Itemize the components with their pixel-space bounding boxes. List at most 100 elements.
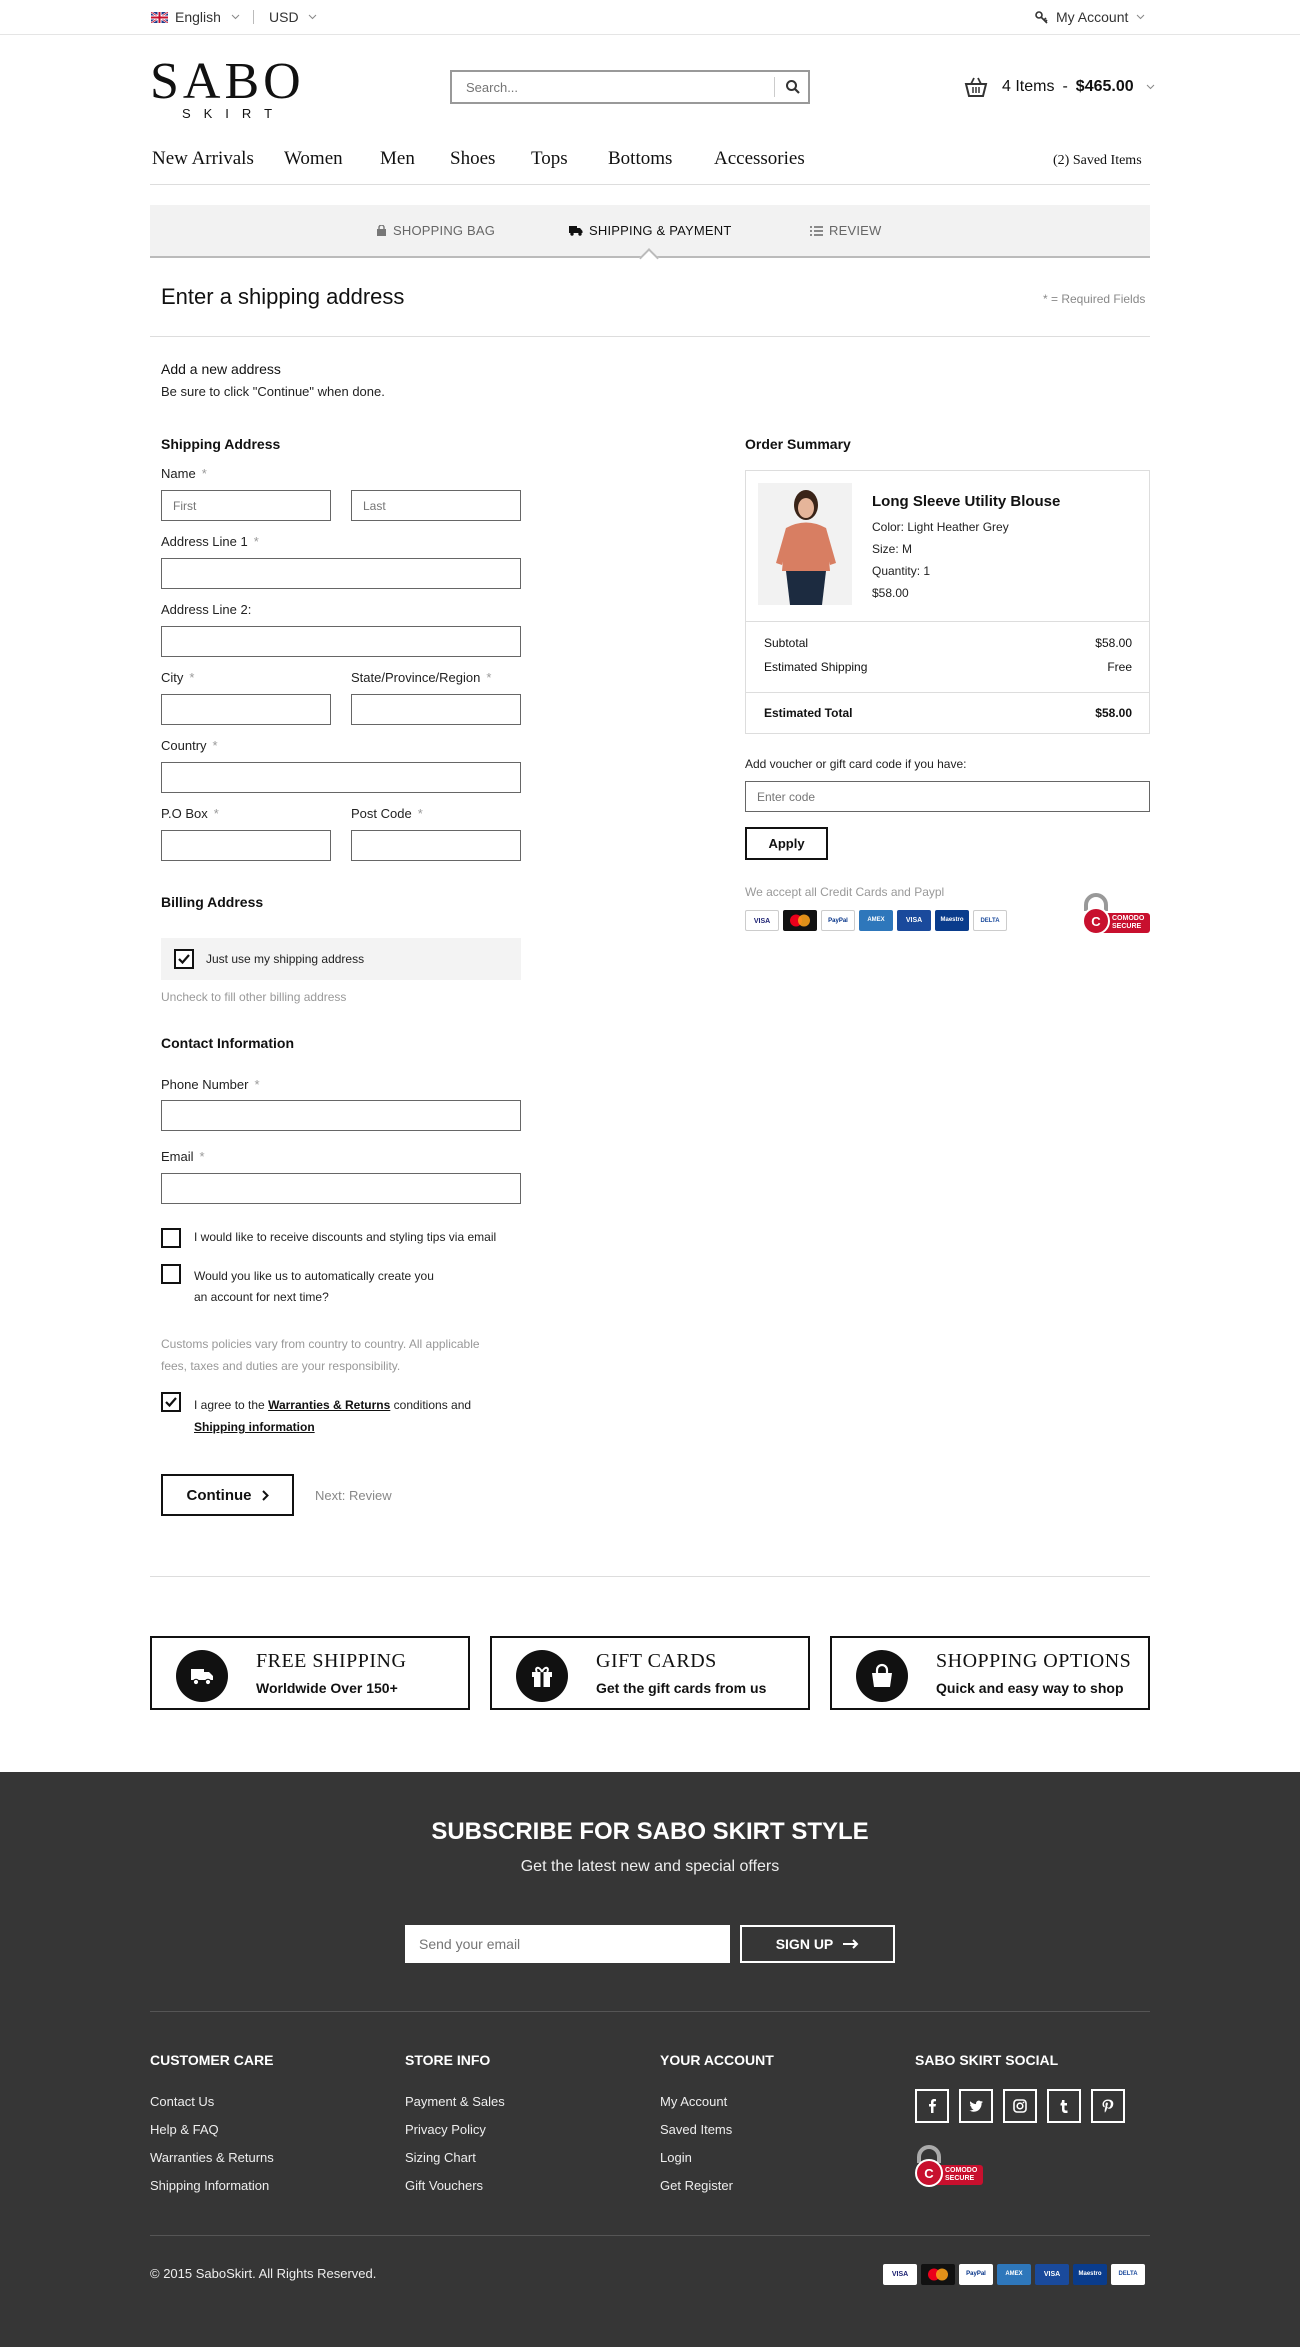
svg-text:C: C [924, 2166, 934, 2181]
logo[interactable]: SABO SKIRT [150, 56, 305, 126]
instagram-icon [1013, 2099, 1027, 2113]
delta-icon: DELTA [1111, 2264, 1145, 2285]
footer-link-sizing[interactable]: Sizing Chart [405, 2150, 476, 2165]
footer-link-saved-items[interactable]: Saved Items [660, 2122, 732, 2137]
truck-icon [569, 226, 583, 236]
step-shipping-payment[interactable]: SHIPPING & PAYMENT [569, 223, 732, 238]
language-label: English [175, 9, 221, 25]
continue-button[interactable]: Continue [161, 1474, 294, 1516]
nav-women[interactable]: Women [284, 148, 343, 170]
facebook-button[interactable] [915, 2089, 949, 2123]
promo-gift-cards[interactable]: GIFT CARDS Get the gift cards from us [490, 1636, 810, 1710]
step-label: REVIEW [829, 223, 882, 238]
footer-link-shipping-info[interactable]: Shipping Information [150, 2178, 269, 2193]
step-label: SHOPPING BAG [393, 223, 496, 238]
search-icon[interactable] [786, 80, 800, 94]
postcode-input[interactable] [351, 830, 521, 861]
address2-label: Address Line 2: [161, 602, 252, 617]
shipping-info-link[interactable]: Shipping information [194, 1420, 315, 1434]
saved-items-link[interactable]: (2) Saved Items [1053, 153, 1142, 169]
footer-link-login[interactable]: Login [660, 2150, 692, 2165]
footer-link-register[interactable]: Get Register [660, 2178, 733, 2193]
billing-same-checkbox[interactable] [174, 949, 194, 969]
promo-title: SHOPPING OPTIONS [936, 1650, 1132, 1672]
footer-link-payment[interactable]: Payment & Sales [405, 2094, 505, 2109]
list-icon [810, 225, 823, 236]
email-input[interactable] [161, 1173, 521, 1204]
cards-note: We accept all Credit Cards and Paypl [745, 885, 945, 899]
promo-free-shipping[interactable]: FREE SHIPPING Worldwide Over 150+ [150, 1636, 470, 1710]
paypal-icon: PayPal [821, 910, 855, 931]
summary-heading: Order Summary [745, 436, 851, 452]
footer-col-social: SABO SKIRT SOCIAL [915, 2052, 1059, 2068]
arrow-right-icon [843, 1939, 859, 1949]
step-shopping-bag[interactable]: SHOPPING BAG [376, 223, 495, 238]
footer-link-contact-us[interactable]: Contact Us [150, 2094, 214, 2109]
maestro-icon: Maestro [935, 910, 969, 931]
nav-shoes[interactable]: Shoes [450, 148, 495, 170]
last-name-input[interactable] [351, 490, 521, 521]
create-account-checkbox[interactable] [161, 1264, 181, 1284]
chevron-down-icon [231, 14, 240, 20]
footer-divider [150, 2011, 1150, 2012]
facebook-icon [929, 2099, 936, 2113]
city-label: City * [161, 670, 195, 685]
city-input[interactable] [161, 694, 331, 725]
discounts-checkbox[interactable] [161, 1228, 181, 1248]
state-input[interactable] [351, 694, 521, 725]
address1-input[interactable] [161, 558, 521, 589]
search-box[interactable] [450, 70, 810, 104]
footer-link-my-account[interactable]: My Account [660, 2094, 727, 2109]
nav-men[interactable]: Men [380, 148, 415, 170]
search-divider [774, 77, 775, 97]
pinterest-icon [1102, 2099, 1114, 2113]
promo-shopping-options[interactable]: SHOPPING OPTIONS Quick and easy way to s… [830, 1636, 1150, 1710]
product-color: Color: Light Heather Grey [872, 520, 1009, 534]
footer-col-your-account: YOUR ACCOUNT [660, 2052, 774, 2068]
tumblr-icon [1060, 2100, 1068, 2113]
pinterest-button[interactable] [1091, 2089, 1125, 2123]
nav-tops[interactable]: Tops [531, 148, 568, 170]
footer-link-privacy[interactable]: Privacy Policy [405, 2122, 486, 2137]
signup-button[interactable]: SIGN UP [740, 1925, 895, 1963]
voucher-input[interactable] [745, 781, 1150, 812]
summary-divider [746, 692, 1149, 693]
subscribe-email-input[interactable] [405, 1925, 730, 1963]
chevron-down-icon [308, 14, 316, 20]
twitter-button[interactable] [959, 2089, 993, 2123]
summary-divider [746, 621, 1149, 622]
nav-new-arrivals[interactable]: New Arrivals [152, 148, 254, 170]
svg-text:C: C [1091, 914, 1101, 929]
delta-icon: DELTA [973, 910, 1007, 931]
nav-bottoms[interactable]: Bottoms [608, 148, 672, 170]
account-menu[interactable]: My Account [1035, 9, 1145, 25]
pobox-input[interactable] [161, 830, 331, 861]
step-label: SHIPPING & PAYMENT [589, 223, 732, 238]
instagram-button[interactable] [1003, 2089, 1037, 2123]
discounts-label: I would like to receive discounts and st… [194, 1230, 497, 1244]
checkmark-icon [178, 954, 190, 965]
warranties-link[interactable]: Warranties & Returns [268, 1398, 390, 1412]
country-input[interactable] [161, 762, 521, 793]
voucher-label: Add voucher or gift card code if you hav… [745, 757, 967, 771]
footer-link-help-faq[interactable]: Help & FAQ [150, 2122, 219, 2137]
cart-summary[interactable]: 4 Items - $465.00 [964, 77, 1155, 97]
tumblr-button[interactable] [1047, 2089, 1081, 2123]
bag-icon [872, 1663, 892, 1687]
phone-input[interactable] [161, 1100, 521, 1131]
nav-accessories[interactable]: Accessories [714, 148, 805, 170]
agree-checkbox[interactable] [161, 1392, 181, 1412]
first-name-input[interactable] [161, 490, 331, 521]
address2-input[interactable] [161, 626, 521, 657]
language-selector[interactable]: English [151, 9, 240, 25]
footer-link-gift-vouchers[interactable]: Gift Vouchers [405, 2178, 483, 2193]
add-address-hint: Be sure to click "Continue" when done. [161, 384, 385, 399]
footer-link-warranties[interactable]: Warranties & Returns [150, 2150, 274, 2165]
bag-icon [377, 224, 386, 236]
product-image [758, 483, 852, 605]
step-review[interactable]: REVIEW [810, 223, 881, 238]
product-name: Long Sleeve Utility Blouse [872, 493, 1061, 510]
currency-selector[interactable]: USD [269, 9, 317, 25]
search-input[interactable] [452, 72, 772, 102]
apply-button[interactable]: Apply [745, 827, 828, 860]
